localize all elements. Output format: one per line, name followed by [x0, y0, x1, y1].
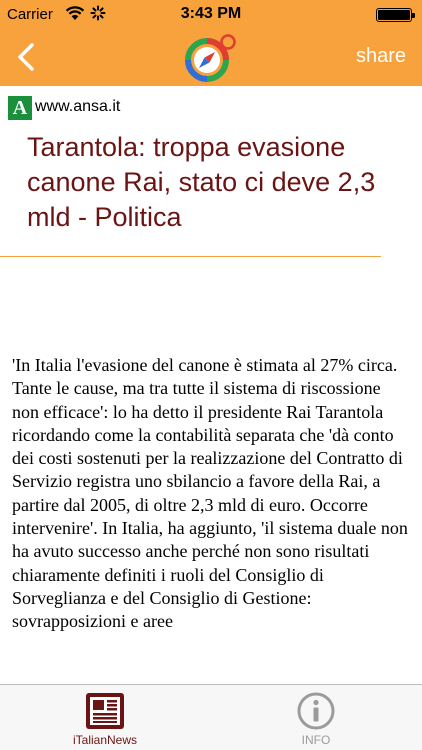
ansa-logo-icon: A	[8, 96, 32, 120]
tab-italiannews[interactable]: iTalianNews	[35, 685, 175, 750]
article-body: 'In Italia l'evasione del canone è stima…	[12, 355, 408, 632]
status-time: 3:43 PM	[180, 5, 242, 22]
status-bar: Carrier 3:43 PM	[0, 0, 422, 28]
tab-bar: iTalianNews INFO	[0, 684, 422, 750]
title-divider	[0, 256, 381, 257]
battery-icon	[376, 8, 415, 22]
info-icon	[297, 692, 335, 730]
newspaper-icon	[86, 693, 124, 729]
tab-label: iTalianNews	[72, 733, 138, 747]
article-title: Tarantola: troppa evasione canone Rai, s…	[27, 132, 376, 232]
tab-info[interactable]: INFO	[246, 685, 386, 750]
compass-logo-icon	[185, 34, 236, 82]
app-header: Carrier 3:43 PM share	[0, 0, 422, 86]
back-chevron-icon[interactable]	[14, 42, 38, 72]
source-url: www.ansa.it	[35, 98, 121, 115]
nav-bar: share	[0, 28, 422, 86]
tab-label: INFO	[301, 733, 331, 747]
share-button[interactable]: share	[356, 45, 406, 68]
